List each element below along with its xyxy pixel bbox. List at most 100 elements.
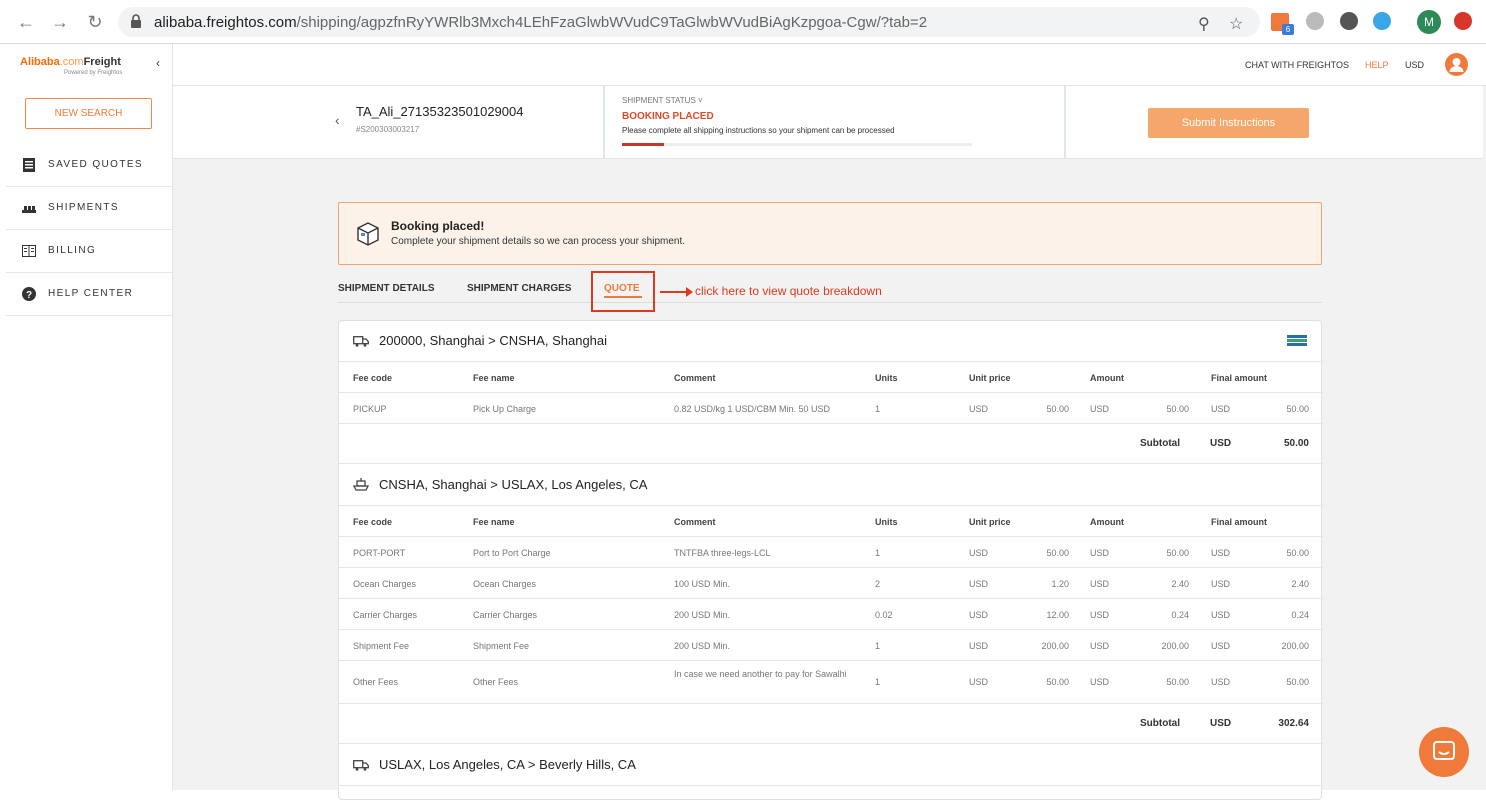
forward-icon[interactable]: → (48, 10, 72, 34)
subtotal-row: Subtotal USD 50.00 (339, 425, 1323, 464)
column-header: Units (875, 517, 898, 527)
amount-value: 50.00 (1166, 677, 1189, 687)
sidebar-item-help-center[interactable]: ? HELP CENTER (6, 273, 173, 316)
tab-shipment-details[interactable]: SHIPMENT DETAILS (338, 283, 434, 294)
fee-name: Other Fees (473, 677, 519, 687)
unit-price-currency: USD (969, 610, 989, 620)
fee-code: Carrier Charges (353, 610, 418, 620)
extension-icon-3[interactable] (1340, 12, 1358, 30)
reload-icon[interactable]: ↻ (83, 10, 107, 34)
carrier-logo-icon (1287, 333, 1307, 349)
submit-instructions-button[interactable]: Submit Instructions (1148, 108, 1309, 138)
final-amount-currency: USD (1211, 404, 1231, 414)
sidebar-item-saved-quotes[interactable]: SAVED QUOTES (6, 144, 173, 187)
currency-selector[interactable]: USD (1405, 60, 1424, 70)
truck-icon (353, 334, 369, 348)
status-label[interactable]: SHIPMENT STATUS ˅ (622, 96, 703, 105)
tab-shipment-charges[interactable]: SHIPMENT CHARGES (467, 283, 571, 294)
fee-name: Ocean Charges (473, 579, 537, 589)
subtotal-currency: USD (1210, 438, 1232, 449)
table-header-row: Fee code Fee name Comment Units Unit price Am… (339, 363, 1323, 393)
star-icon[interactable]: ☆ (1229, 14, 1243, 34)
shipments-icon (22, 206, 36, 213)
fee-comment: 100 USD Min. (674, 579, 731, 589)
help-link[interactable]: HELP (1365, 60, 1389, 70)
chat-link[interactable]: CHAT WITH FREIGHTOS (1245, 60, 1349, 70)
url-path: /shipping/agpzfnRyYWRlb3Mxch4LEhFzaGlwbW… (296, 14, 928, 31)
back-icon[interactable]: ← (14, 10, 38, 34)
ship-icon (352, 478, 370, 492)
progress-fill (622, 143, 664, 146)
subtotal-value: 50.00 (1283, 438, 1309, 449)
extension-icon-5[interactable] (1454, 12, 1472, 30)
user-icon[interactable] (1445, 53, 1468, 76)
address-bar[interactable]: alibaba.freightos.com/shipping/agpzfnRyY… (118, 7, 1260, 37)
table-row: Carrier Charges Carrier Charges 200 USD Mi… (339, 600, 1323, 630)
logo-brand: Alibaba (20, 56, 60, 68)
truck-icon (353, 758, 369, 772)
extension-icon-2[interactable] (1306, 12, 1324, 30)
new-search-button[interactable]: NEW SEARCH (25, 98, 152, 129)
column-header: Final amount (1211, 373, 1267, 383)
column-header: Comment (674, 517, 716, 527)
extension-icon-4[interactable] (1373, 12, 1391, 30)
subtotal-label: Subtotal (1140, 718, 1180, 729)
leg-header: USLAX, Los Angeles, CA > Beverly Hills, … (339, 745, 1323, 786)
amount-value: 50.00 (1166, 404, 1189, 414)
unit-price-currency: USD (969, 579, 989, 589)
amount-value: 0.24 (1171, 610, 1189, 620)
subtotal-row: Subtotal USD 302.64 (339, 705, 1323, 744)
final-amount-currency: USD (1211, 677, 1231, 687)
logo[interactable]: Alibaba.comFreight (20, 56, 121, 68)
final-amount-currency: USD (1211, 641, 1231, 651)
browser-toolbar: ← → ↻ alibaba.freightos.com/shipping/agp… (0, 0, 1486, 44)
table-row: Ocean Charges Ocean Charges 100 USD Min. 2 U… (339, 569, 1323, 599)
table-header-row: Fee code Fee name Comment Units Unit price Am… (339, 507, 1323, 537)
annotation-highlight-box (591, 271, 655, 312)
fee-comment: 200 USD Min. (674, 641, 731, 651)
final-amount-value: 200.00 (1281, 641, 1309, 651)
sidebar-item-label: HELP CENTER (48, 288, 134, 299)
logo-com: .com (59, 56, 84, 68)
status-value: BOOKING PLACED (622, 111, 714, 122)
collapse-sidebar-button[interactable]: ‹ (156, 56, 160, 70)
fee-units: 1 (875, 548, 881, 558)
unit-price-value: 50.00 (1046, 404, 1069, 414)
leg-title: CNSHA, Shanghai > USLAX, Los Angeles, CA (379, 477, 648, 492)
column-header: Fee name (473, 373, 515, 383)
banner-message: Complete your shipment details so we can… (391, 236, 686, 247)
annotation-text: click here to view quote breakdown (695, 284, 882, 298)
sidebar: Alibaba.comFreight Powered by Freightos … (0, 44, 173, 790)
url-text: alibaba.freightos.com/shipping/agpzfnRyY… (154, 14, 927, 31)
final-amount-value: 50.00 (1286, 548, 1309, 558)
amount-currency: USD (1090, 548, 1110, 558)
unit-price-value: 50.00 (1046, 548, 1069, 558)
amount-currency: USD (1090, 677, 1110, 687)
top-bar: CHAT WITH FREIGHTOS HELP USD (173, 44, 1486, 86)
table-row: PORT-PORT Port to Port Charge TNTFBA three… (339, 538, 1323, 568)
amount-currency: USD (1090, 641, 1110, 651)
table-row: PICKUP Pick Up Charge 0.82 USD/kg 1 USD/CB… (339, 394, 1323, 424)
back-chevron-icon[interactable]: ‹ (335, 112, 340, 128)
unit-price-currency: USD (969, 404, 989, 414)
shipment-status: SHIPMENT STATUS ˅ BOOKING PLACED Please … (603, 86, 1066, 159)
sidebar-item-shipments[interactable]: SHIPMENTS (6, 187, 173, 230)
chat-bubble-button[interactable] (1419, 727, 1469, 777)
sidebar-item-billing[interactable]: BILLING (6, 230, 173, 273)
booking-banner: Booking placed! Complete your shipment d… (338, 202, 1322, 265)
fee-units: 1 (875, 641, 881, 651)
column-header: Unit price (969, 373, 1011, 383)
sidebar-item-label: BILLING (48, 245, 97, 256)
amount-value: 2.40 (1171, 579, 1189, 589)
table-row: Other Fees Other Fees In case we need anot… (339, 662, 1323, 704)
shipment-id: TA_Ali_27135323501029004 (356, 104, 524, 119)
final-amount-value: 50.00 (1286, 404, 1309, 414)
zoom-icon[interactable]: ⚲ (1198, 14, 1210, 34)
profile-avatar[interactable]: M (1417, 10, 1441, 34)
column-header: Fee name (473, 517, 515, 527)
url-host: alibaba.freightos.com (154, 14, 297, 31)
main-area: ‹ TA_Ali_27135323501029004 #S20030300321… (173, 86, 1486, 800)
subtotal-label: Subtotal (1140, 438, 1180, 449)
fee-units: 0.02 (875, 610, 893, 620)
column-header: Fee code (353, 373, 393, 383)
